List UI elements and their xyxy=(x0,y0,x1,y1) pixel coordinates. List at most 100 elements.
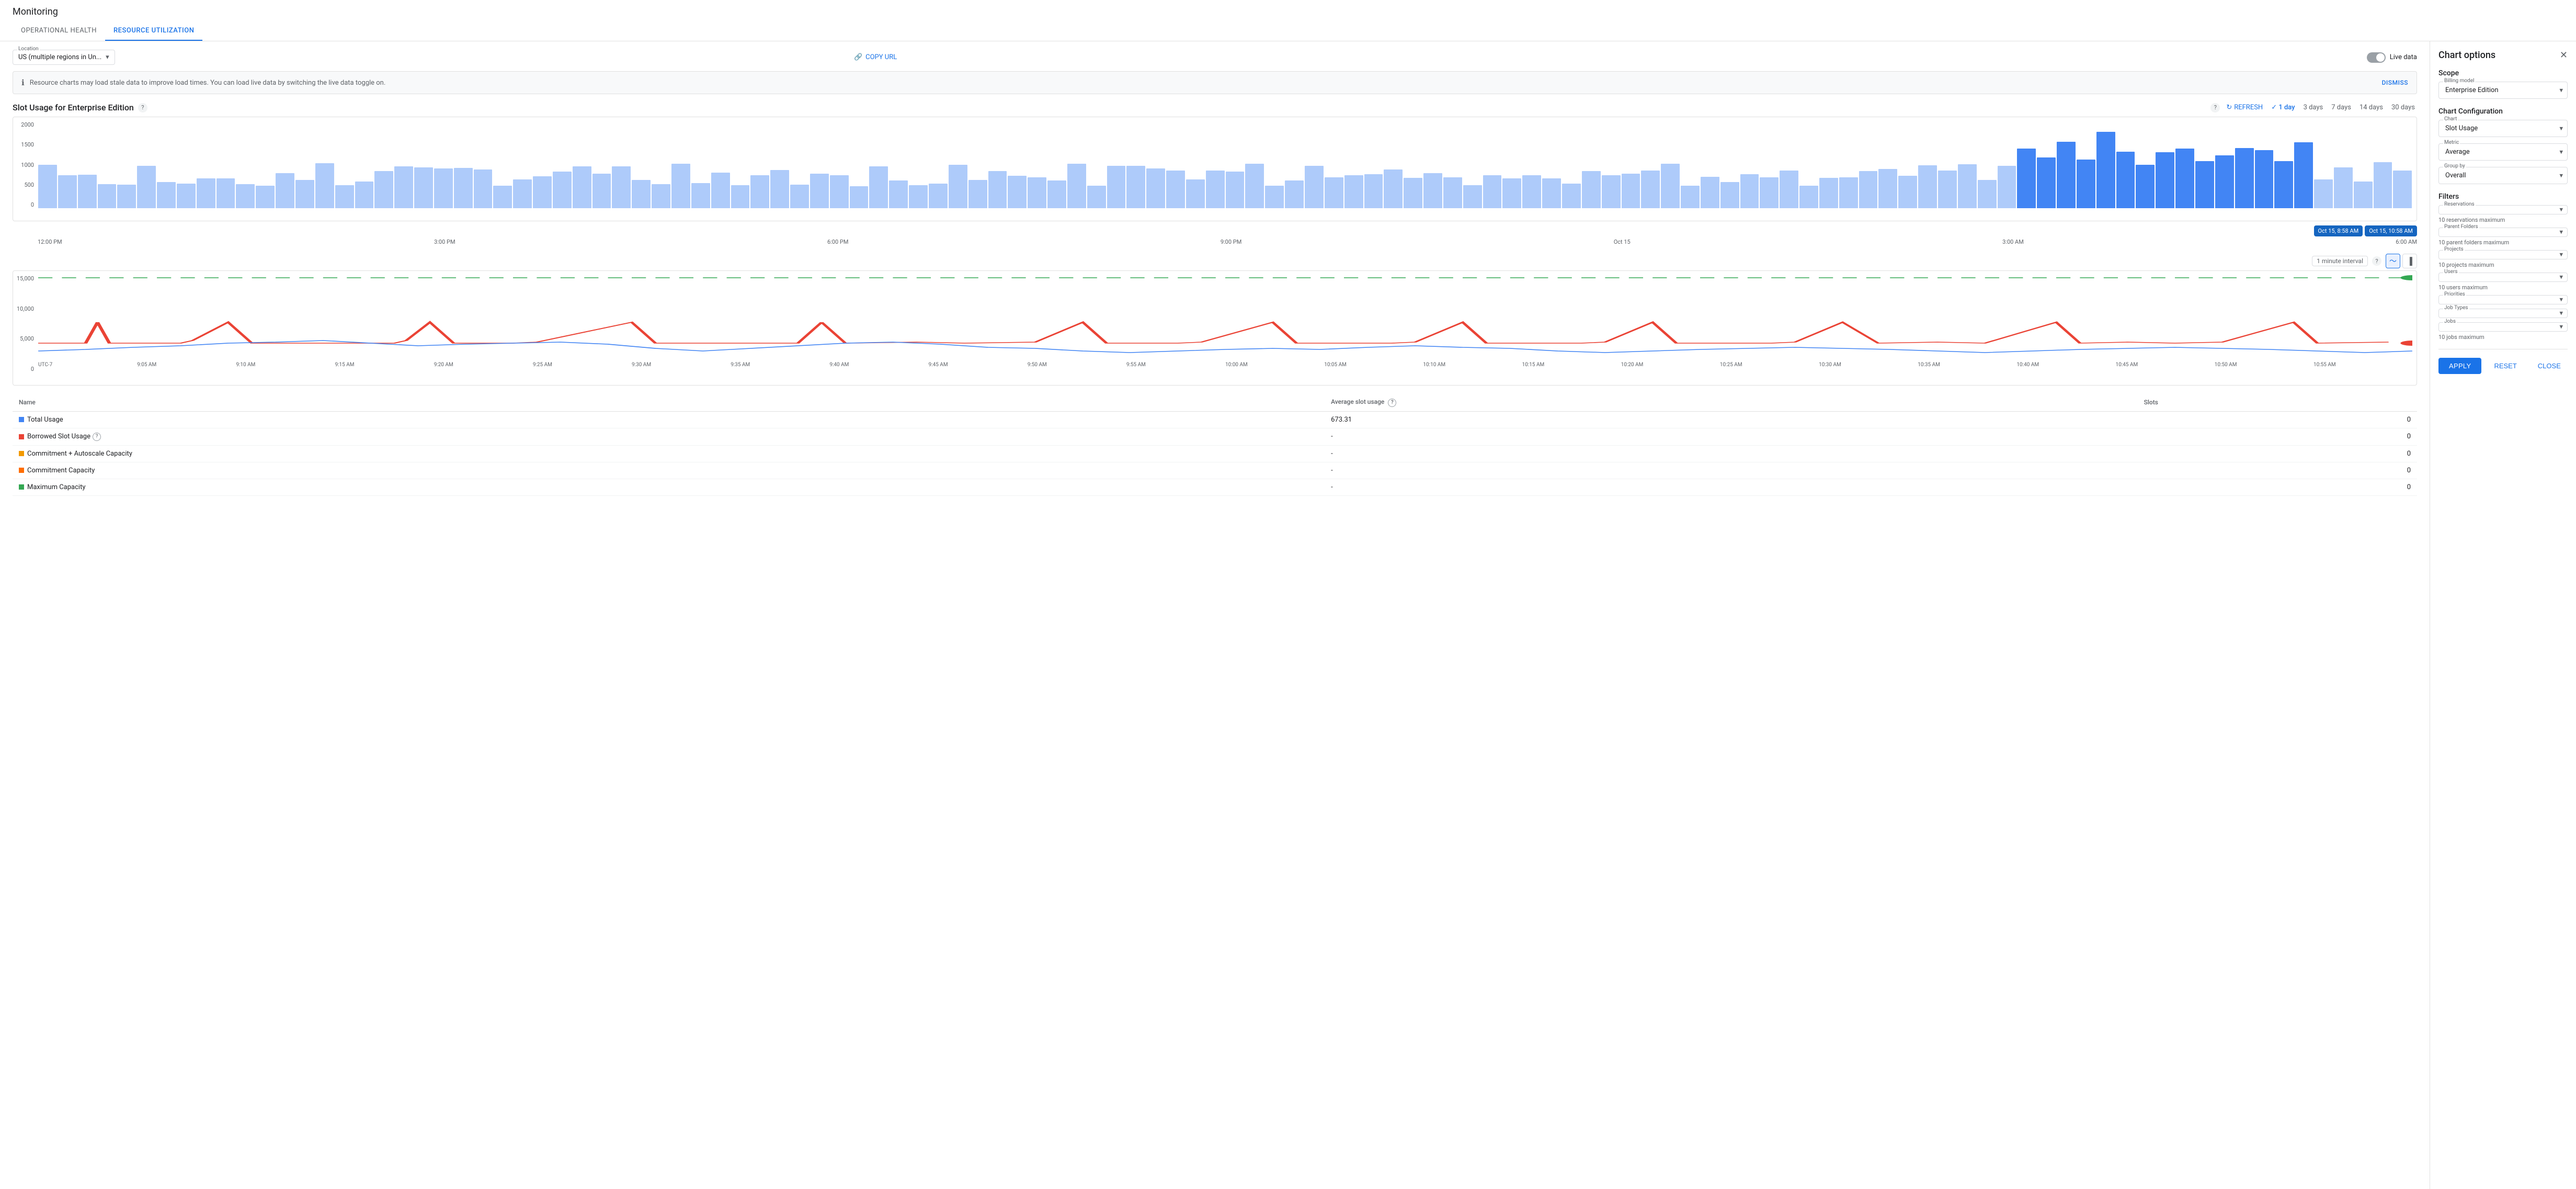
bar-57 xyxy=(1166,171,1185,208)
line-chart-y-labels: 15,000 10,000 5,000 0 xyxy=(13,275,36,372)
bar-107 xyxy=(2156,152,2174,208)
bar-71 xyxy=(1443,177,1462,208)
bar-72 xyxy=(1463,185,1482,208)
bar-117 xyxy=(2354,182,2373,208)
line-chart-btn[interactable]: 〜 xyxy=(2386,254,2400,268)
priorities-select[interactable]: Priorities ▾ xyxy=(2438,295,2568,304)
jobs-chevron: ▾ xyxy=(2559,323,2563,331)
bar-50 xyxy=(1028,177,1046,208)
bar-39 xyxy=(810,174,829,208)
apply-button[interactable]: APPLY xyxy=(2438,358,2481,374)
bar-67 xyxy=(1364,174,1383,208)
day-btn-3[interactable]: 3 days xyxy=(2301,103,2326,112)
jobs-select[interactable]: Jobs ▾ xyxy=(2438,322,2568,332)
info-banner-text: Resource charts may load stale data to i… xyxy=(30,79,386,87)
live-data-label: Live data xyxy=(2390,53,2417,61)
priorities-chevron: ▾ xyxy=(2559,296,2563,304)
bar-37 xyxy=(770,170,789,208)
day-buttons: 1 day 3 days 7 days 14 days 30 days xyxy=(2269,103,2417,112)
dismiss-button[interactable]: DISMISS xyxy=(2382,79,2408,86)
refresh-button[interactable]: ↻ REFRESH xyxy=(2226,104,2263,111)
location-value: US (multiple regions in Un... xyxy=(18,53,101,61)
row-help-icon[interactable]: ? xyxy=(93,433,101,441)
job-types-select[interactable]: Job Types ▾ xyxy=(2438,309,2568,318)
bar-chart-container[interactable]: 2000 1500 1000 500 0 xyxy=(13,117,2417,221)
bar-38 xyxy=(790,185,809,208)
reservations-chevron: ▾ xyxy=(2559,206,2563,214)
live-data-toggle[interactable]: Live data xyxy=(2367,52,2417,63)
bar-29 xyxy=(612,166,631,208)
bar-chart-bars xyxy=(38,121,2412,208)
bar-17 xyxy=(374,171,393,208)
content-area: Location US (multiple regions in Un... ▾… xyxy=(0,41,2430,1189)
parent-folders-select[interactable]: Parent Folders ▾ xyxy=(2438,228,2568,237)
location-label: Location xyxy=(17,46,40,52)
bar-21 xyxy=(454,168,473,208)
bar-102 xyxy=(2057,142,2076,208)
reservations-hint: 10 reservations maximum xyxy=(2438,217,2568,223)
bar-91 xyxy=(1839,177,1858,208)
interval-help-icon[interactable]: ? xyxy=(2372,256,2381,266)
bar-99 xyxy=(1998,166,2016,208)
day-btn-1[interactable]: 1 day xyxy=(2269,103,2297,112)
data-table: Name Average slot usage ? Slots Total Us… xyxy=(13,394,2417,496)
bar-96 xyxy=(1938,171,1957,208)
bar-88 xyxy=(1780,171,1798,208)
table-row: Borrowed Slot Usage ? - 0 xyxy=(13,428,2417,445)
close-panel-icon[interactable]: ✕ xyxy=(2560,50,2568,61)
bar-58 xyxy=(1186,179,1205,208)
day-btn-7[interactable]: 7 days xyxy=(2329,103,2353,112)
bar-116 xyxy=(2334,167,2353,208)
col-avg-slot: Average slot usage ? xyxy=(1325,394,2137,411)
copy-url-button[interactable]: 🔗 COPY URL xyxy=(854,53,897,61)
tab-resource-utilization[interactable]: Resource Utilization xyxy=(105,21,202,41)
group-by-select[interactable]: Group by Overall ▾ xyxy=(2438,167,2568,184)
projects-label: Projects xyxy=(2443,246,2465,252)
close-button[interactable]: CLOSE xyxy=(2529,358,2569,374)
bar-109 xyxy=(2195,161,2214,208)
bar-75 xyxy=(1522,175,1541,208)
metric-select[interactable]: Metric Average ▾ xyxy=(2438,143,2568,161)
projects-select[interactable]: Projects ▾ xyxy=(2438,250,2568,259)
bar-80 xyxy=(1622,174,1640,208)
line-chart-controls: 1 minute interval ? 〜 ▐ xyxy=(13,254,2417,268)
bar-33 xyxy=(691,183,710,208)
bar-22 xyxy=(474,169,493,208)
table-cell-name: Commitment Capacity xyxy=(13,462,1325,479)
reservations-select[interactable]: Reservations ▾ xyxy=(2438,205,2568,214)
color-indicator xyxy=(19,451,24,456)
bar-54 xyxy=(1107,166,1126,208)
tab-operational-health[interactable]: Operational Health xyxy=(13,21,105,41)
tooltip-2: Oct 15, 10:58 AM xyxy=(2365,225,2417,236)
parent-folders-hint: 10 parent folders maximum xyxy=(2438,239,2568,246)
billing-model-chevron: ▾ xyxy=(2559,86,2563,94)
billing-model-select[interactable]: Billing model Enterprise Edition ▾ xyxy=(2438,82,2568,99)
bar-73 xyxy=(1483,175,1502,208)
copy-url-label: COPY URL xyxy=(865,53,897,61)
chart-select[interactable]: Chart Slot Usage ▾ xyxy=(2438,120,2568,137)
bar-103 xyxy=(2077,160,2095,208)
bar-0 xyxy=(38,165,57,208)
day-btn-14[interactable]: 14 days xyxy=(2357,103,2385,112)
avg-slot-help-icon[interactable]: ? xyxy=(1388,399,1396,407)
bar-90 xyxy=(1819,178,1838,208)
bar-93 xyxy=(1878,169,1897,208)
reset-button[interactable]: RESET xyxy=(2486,358,2525,374)
table-cell-name: Total Usage xyxy=(13,411,1325,428)
group-by-chevron: ▾ xyxy=(2559,172,2563,179)
bar-6 xyxy=(157,182,176,208)
day-btn-30[interactable]: 30 days xyxy=(2389,103,2417,112)
toggle-switch[interactable] xyxy=(2367,52,2386,63)
line-chart-container[interactable]: 15,000 10,000 5,000 0 xyxy=(13,270,2417,386)
metric-value: Average xyxy=(2445,148,2470,156)
location-select[interactable]: Location US (multiple regions in Un... ▾ xyxy=(13,50,115,65)
users-select[interactable]: Users ▾ xyxy=(2438,273,2568,282)
bar-89 xyxy=(1799,186,1818,208)
bar-119 xyxy=(2393,171,2412,208)
app-title: Monitoring xyxy=(13,6,2563,21)
bar-chart-btn[interactable]: ▐ xyxy=(2402,254,2417,268)
filters-section-title: Filters xyxy=(2438,192,2568,201)
chart-controls-help-icon[interactable]: ? xyxy=(2210,103,2220,112)
chart-help-icon[interactable]: ? xyxy=(138,103,147,112)
bar-18 xyxy=(394,166,413,208)
